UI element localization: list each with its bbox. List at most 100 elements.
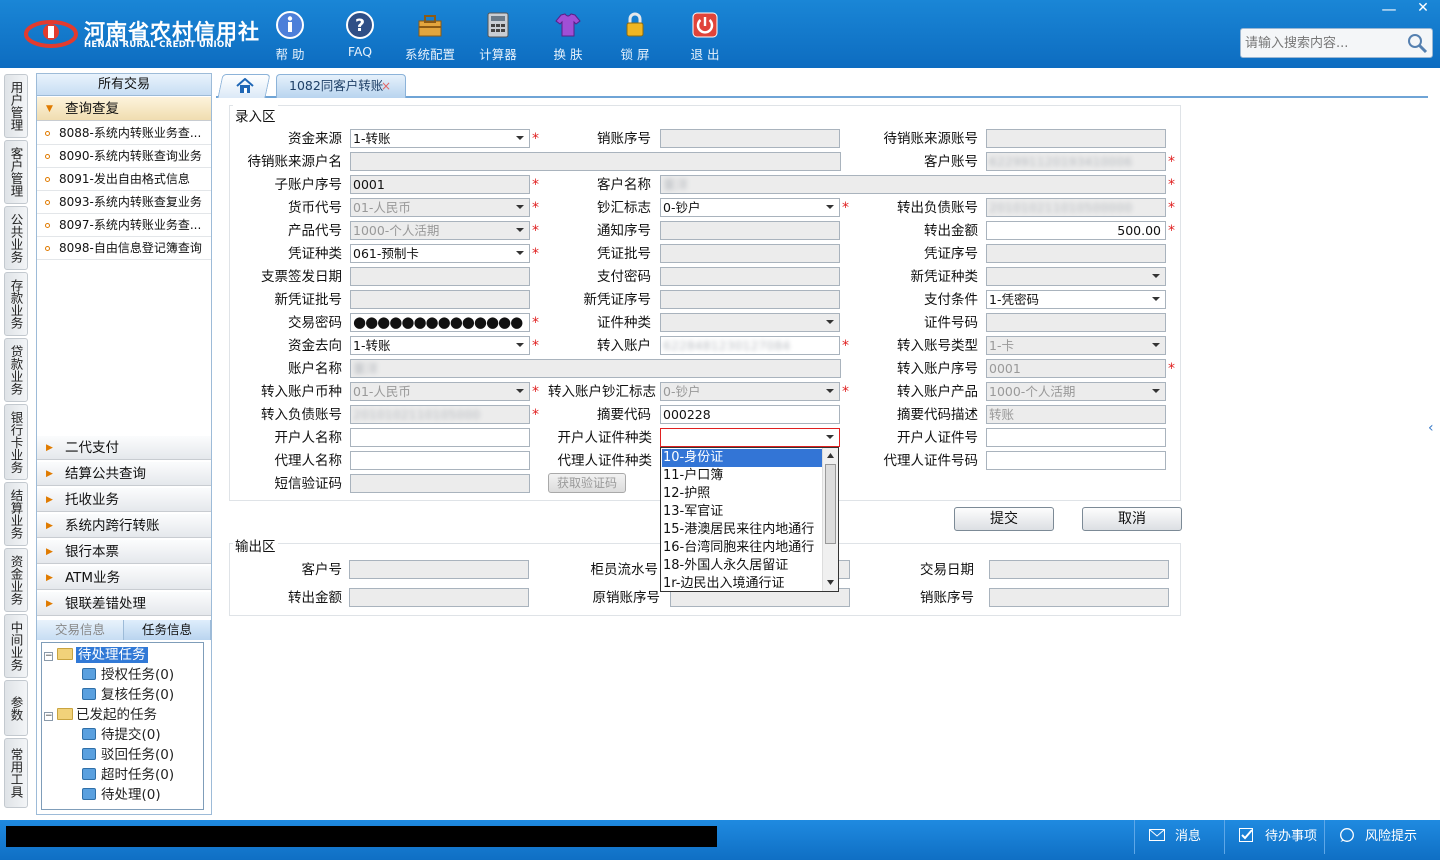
tree-node-timeout[interactable]: 超时任务(0) (82, 765, 174, 785)
out-writeoff-seq-field[interactable] (989, 588, 1169, 607)
scroll-up-icon[interactable] (826, 451, 835, 460)
get-code-button[interactable]: 获取验证码 (548, 473, 626, 493)
sub-acct-seq-field[interactable]: 0001 (350, 175, 530, 194)
sms-code-field[interactable] (350, 474, 530, 493)
option-passport[interactable]: 12-护照 (662, 485, 824, 503)
option-hk-macao-permit[interactable]: 15-港澳居民来往内地通行 (662, 521, 824, 539)
option-taiwan-permit[interactable]: 16-台湾同胞来往内地通行 (662, 539, 824, 557)
module-tab-customer-mgmt[interactable]: 客户管理 (4, 140, 28, 204)
collapse-icon[interactable]: − (44, 652, 53, 661)
module-tab-intermediary[interactable]: 中间业务 (4, 614, 28, 678)
search-icon[interactable] (1406, 32, 1428, 54)
close-window-button[interactable]: ✕ (1406, 0, 1440, 20)
out-out-amount-field[interactable] (349, 588, 529, 607)
cancel-button[interactable]: 取消 (1082, 507, 1182, 531)
acct-name-field[interactable]: 董洋 (350, 359, 841, 378)
todo-button[interactable]: 待办事项 (1224, 820, 1324, 854)
option-officer-card[interactable]: 13-军官证 (662, 503, 824, 521)
dropdown-scrollbar[interactable] (822, 448, 838, 591)
category-settlement-query[interactable]: ▶ 结算公共查询 (37, 462, 211, 486)
pay-cond-select[interactable]: 1-凭密码 (986, 290, 1166, 309)
pay-pwd-field[interactable] (660, 267, 840, 286)
out-liab-acct-field[interactable]: 201010211010500000 (986, 198, 1166, 217)
exit-button[interactable]: 退 出 (670, 8, 740, 64)
messages-button[interactable]: 消息 (1134, 820, 1224, 854)
cust-name-field[interactable]: 董洋 (660, 175, 1166, 194)
id-no-field[interactable] (986, 313, 1166, 332)
collapse-icon[interactable]: − (44, 712, 53, 721)
option-border-pass[interactable]: 1r-边民出入境通行证 (662, 575, 824, 591)
tab-transaction-info[interactable]: 交易信息 (37, 620, 124, 640)
cash-flag-select[interactable]: 0-钞户 (660, 198, 840, 217)
menu-item-8093[interactable]: 8093-系统内转账查复业务 (37, 191, 211, 214)
home-icon[interactable] (236, 78, 254, 94)
faq-button[interactable]: ? FAQ (325, 8, 395, 64)
tab-task-info[interactable]: 任务信息 (124, 620, 211, 640)
menu-item-8088[interactable]: 8088-系统内转账业务查... (37, 122, 211, 145)
menu-item-8091[interactable]: 8091-发出自由格式信息 (37, 168, 211, 191)
in-product-select[interactable]: 1000-个人活期 (986, 382, 1166, 401)
submit-button[interactable]: 提交 (954, 507, 1054, 531)
tab-1082-transfer[interactable]: 1082同客户转账 × (276, 74, 406, 98)
tree-node-rejected[interactable]: 驳回任务(0) (82, 745, 174, 765)
voucher-type-select[interactable]: 061-预制卡 (350, 244, 530, 263)
category-second-gen-payment[interactable]: ▶ 二代支付 (37, 436, 211, 460)
category-unionpay-error[interactable]: ▶ 银联差错处理 (37, 592, 211, 616)
calculator-button[interactable]: 计算器 (463, 8, 533, 64)
summary-desc-field[interactable]: 转账 (986, 405, 1166, 424)
category-collection[interactable]: ▶ 托收业务 (37, 488, 211, 512)
close-tab-icon[interactable]: × (381, 75, 391, 97)
module-tab-params[interactable]: 参数 (4, 680, 28, 736)
help-button[interactable]: 帮 助 (255, 8, 325, 64)
tree-node-to-process[interactable]: 待处理(0) (82, 785, 161, 805)
opener-id-no-field[interactable] (986, 428, 1166, 447)
out-cust-no-field[interactable] (349, 560, 529, 579)
option-household-register[interactable]: 11-户口簿 (662, 467, 824, 485)
in-cash-flag-select[interactable]: 0-钞户 (660, 382, 840, 401)
txn-date-field[interactable] (989, 560, 1169, 579)
id-type-select[interactable] (660, 313, 840, 332)
tree-node-auth[interactable]: 授权任务(0) (82, 665, 174, 685)
in-liab-acct-field[interactable]: 2010102110105000 (350, 405, 530, 424)
product-select[interactable]: 1000-个人活期 (350, 221, 530, 240)
cust-acct-field[interactable]: 622991120193410006 (986, 152, 1166, 171)
scrollbar-thumb[interactable] (825, 464, 836, 544)
notice-seq-field[interactable] (660, 221, 840, 240)
new-voucher-seq-field[interactable] (660, 290, 840, 309)
module-tab-settlement[interactable]: 结算业务 (4, 482, 28, 546)
change-skin-button[interactable]: 换 肤 (533, 8, 603, 64)
tree-node-to-submit[interactable]: 待提交(0) (82, 725, 161, 745)
module-tab-fund[interactable]: 资金业务 (4, 548, 28, 612)
system-config-button[interactable]: 系统配置 (395, 8, 465, 64)
voucher-batch-field[interactable] (660, 244, 840, 263)
pending-src-name-field[interactable] (350, 152, 841, 171)
category-interbank-transfer[interactable]: ▶ 系统内跨行转账 (37, 514, 211, 538)
menu-item-8097[interactable]: 8097-系统内转账业务查... (37, 214, 211, 237)
lock-screen-button[interactable]: 锁 屏 (600, 8, 670, 64)
tree-node-review[interactable]: 复核任务(0) (82, 685, 174, 705)
writeoff-seq-field[interactable] (660, 129, 840, 148)
module-tab-bank-card[interactable]: 银行卡业务 (4, 404, 28, 480)
in-acct-field[interactable]: 6228481230127084 (660, 336, 840, 355)
category-bank-draft[interactable]: ▶ 银行本票 (37, 540, 211, 564)
module-tab-deposit[interactable]: 存款业务 (4, 272, 28, 336)
tree-node-pending[interactable]: − 待处理任务 (44, 645, 148, 665)
in-currency-select[interactable]: 01-人民币 (350, 382, 530, 401)
new-voucher-batch-field[interactable] (350, 290, 530, 309)
module-tab-tools[interactable]: 常用工具 (4, 738, 28, 808)
in-acct-type-select[interactable]: 1-卡 (986, 336, 1166, 355)
out-amount-field[interactable]: 500.00 (986, 221, 1166, 240)
menu-item-8098[interactable]: 8098-自由信息登记簿查询 (37, 237, 211, 260)
category-query[interactable]: ▼ 查询查复 (37, 97, 211, 121)
in-acct-seq-field[interactable]: 0001 (986, 359, 1166, 378)
menu-item-8090[interactable]: 8090-系统内转账查询业务 (37, 145, 211, 168)
option-id-card[interactable]: 10-身份证 (662, 449, 824, 467)
pending-src-acct-field[interactable] (986, 129, 1166, 148)
txn-pwd-field[interactable]: ●●●●●●●●●●●●●● (350, 313, 530, 332)
minimize-button[interactable]: — (1372, 0, 1406, 20)
module-tab-public-business[interactable]: 公共业务 (4, 206, 28, 270)
option-foreign-residence[interactable]: 18-外国人永久居留证 (662, 557, 824, 575)
opener-id-type-select[interactable] (660, 428, 840, 447)
agent-id-no-field[interactable] (986, 451, 1166, 470)
category-atm[interactable]: ▶ ATM业务 (37, 566, 211, 590)
